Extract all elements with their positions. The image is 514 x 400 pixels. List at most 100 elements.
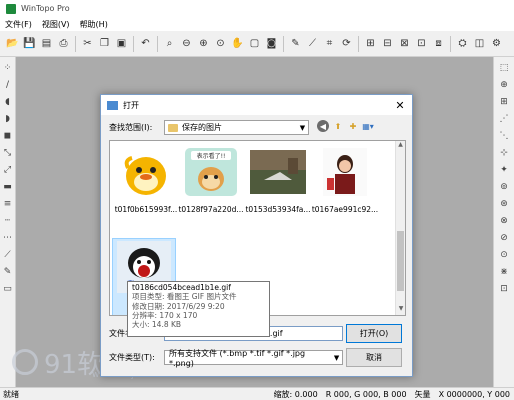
file-type-value: 所有支持文件 (*.bmp *.tif *.gif *.jpg *.png): [169, 348, 306, 368]
tool-split-icon[interactable]: ⤡: [2, 147, 14, 159]
save-icon[interactable]: 💾: [22, 36, 37, 51]
app-title: WinTopo Pro: [21, 4, 70, 13]
tool-join-icon[interactable]: ⤢: [2, 164, 14, 176]
rtool-e-icon[interactable]: ✦: [498, 164, 510, 176]
tool-pencil-icon[interactable]: ✎: [2, 266, 14, 278]
rtool-g-icon[interactable]: ⊛: [498, 198, 510, 210]
tool-dots-icon[interactable]: ⋯: [2, 232, 14, 244]
rtool-h-icon[interactable]: ⊗: [498, 215, 510, 227]
toolbar-separator: [283, 35, 284, 52]
brush-icon[interactable]: ⟋: [305, 36, 320, 51]
look-in-row: 查找范围(I): 保存的图片 ▼: [109, 120, 309, 135]
rtool-b-icon[interactable]: ⋰: [498, 113, 510, 125]
file-name: t0128f97a220d...: [178, 205, 244, 214]
undo-icon[interactable]: ↶: [138, 36, 153, 51]
vector-tool-4-icon[interactable]: ⊡: [414, 36, 429, 51]
tool-arc-icon[interactable]: ◗: [2, 113, 14, 125]
paste-icon[interactable]: ▣: [114, 36, 129, 51]
tool-diag-icon[interactable]: ⟋: [2, 249, 14, 261]
status-vector: 矢量: [414, 389, 431, 399]
vector-tool-5-icon[interactable]: ⧈: [431, 36, 446, 51]
app-icon: [6, 3, 16, 14]
rtool-c-icon[interactable]: ⋱: [498, 130, 510, 142]
back-icon[interactable]: ◀: [317, 120, 329, 132]
toolbar-separator: [450, 35, 451, 52]
zoom-fit-icon[interactable]: ⊙: [213, 36, 228, 51]
folder-icon: [168, 123, 178, 132]
list-item[interactable]: t0167ae991c92...: [312, 143, 378, 223]
file-thumbnail: [249, 143, 307, 201]
file-type-combo[interactable]: 所有支持文件 (*.bmp *.tif *.gif *.jpg *.png) ▼: [164, 348, 343, 368]
vector-tool-3-icon[interactable]: ⊠: [397, 36, 412, 51]
tooltip-filename: t0186cd054bcead1b1e.gif: [132, 283, 231, 292]
chevron-down-icon[interactable]: ▼: [297, 124, 308, 132]
zoom-icon[interactable]: ⌕: [162, 36, 177, 51]
tool-line-icon[interactable]: ∕: [2, 79, 14, 91]
rtool-select-icon[interactable]: ⬚: [498, 62, 510, 74]
frame-icon[interactable]: ▢: [247, 36, 262, 51]
open-icon[interactable]: 📂: [5, 36, 20, 51]
rotate-icon[interactable]: ⟳: [339, 36, 354, 51]
rtool-d-icon[interactable]: ⊹: [498, 147, 510, 159]
tool-hatch-icon[interactable]: ≡: [2, 198, 14, 210]
list-item[interactable]: t0153d53934fa...: [245, 143, 311, 223]
copy-icon[interactable]: ❐: [97, 36, 112, 51]
vector-tool-2-icon[interactable]: ⊟: [380, 36, 395, 51]
status-rgb: R 000, G 000, B 000: [325, 389, 407, 399]
rtool-i-icon[interactable]: ⊘: [498, 232, 510, 244]
tool-dash-icon[interactable]: ┄: [2, 215, 14, 227]
look-in-combo[interactable]: 保存的图片 ▼: [164, 120, 309, 135]
tool-box-icon[interactable]: ▭: [2, 283, 14, 295]
right-toolbox: ⬚ ⊕ ⊞ ⋰ ⋱ ⊹ ✦ ⊚ ⊛ ⊗ ⊘ ⊙ ⋇ ⊡: [493, 57, 514, 387]
rtool-f-icon[interactable]: ⊚: [498, 181, 510, 193]
rtool-k-icon[interactable]: ⋇: [498, 266, 510, 278]
tool-erase-icon[interactable]: ◼: [2, 130, 14, 142]
pan-hand-icon[interactable]: ✋: [230, 36, 245, 51]
zoom-out-icon[interactable]: ⊖: [179, 36, 194, 51]
menu-help[interactable]: 帮助(H): [75, 19, 113, 30]
file-thumbnail: 表示看了!!: [182, 143, 240, 201]
left-toolbox: ⁘ ∕ ◖ ◗ ◼ ⤡ ⤢ ▬ ≡ ┄ ⋯ ⟋ ✎ ▭: [0, 57, 16, 387]
tool-rect-icon[interactable]: ▬: [2, 181, 14, 193]
scroll-thumb[interactable]: [397, 231, 404, 291]
tool-curve-icon[interactable]: ◖: [2, 96, 14, 108]
list-item[interactable]: 表示看了!! t0128f97a220d...: [178, 143, 244, 223]
menu-file[interactable]: 文件(F): [0, 19, 37, 30]
status-ready: 就绪: [3, 389, 19, 399]
rtool-a-icon[interactable]: ⊞: [498, 96, 510, 108]
rtool-l-icon[interactable]: ⊡: [498, 283, 510, 295]
tool-node-icon[interactable]: ⁘: [2, 62, 14, 74]
up-folder-icon[interactable]: ⬆: [332, 120, 344, 132]
rtool-zoom-icon[interactable]: ⊕: [498, 79, 510, 91]
vector-tool-1-icon[interactable]: ⊞: [363, 36, 378, 51]
vertical-scrollbar[interactable]: ▲ ▼: [395, 141, 405, 315]
scan-icon[interactable]: ▤: [39, 36, 54, 51]
pen-icon[interactable]: ✎: [288, 36, 303, 51]
nav-buttons: ◀ ⬆ ✚ ▦▾: [317, 120, 377, 132]
cut-icon[interactable]: ✂: [80, 36, 95, 51]
scroll-down-icon[interactable]: ▼: [396, 305, 405, 315]
tooltip-size: 大小: 14.8 KB: [132, 320, 182, 330]
file-thumbnail: [117, 143, 175, 201]
close-icon[interactable]: ✕: [388, 99, 412, 112]
crop-icon[interactable]: ⌗: [322, 36, 337, 51]
open-button[interactable]: 打开(O): [346, 324, 402, 343]
watermark-logo-icon: [12, 349, 38, 375]
settings-icon[interactable]: ⛭: [455, 36, 470, 51]
zoom-in-icon[interactable]: ⊕: [196, 36, 211, 51]
list-item[interactable]: t01f0b615993f...: [114, 143, 178, 223]
cancel-button[interactable]: 取消: [346, 348, 402, 367]
file-type-row: 文件类型(T): 所有支持文件 (*.bmp *.tif *.gif *.jpg…: [109, 348, 343, 368]
menu-view[interactable]: 视图(V): [37, 19, 75, 30]
chevron-down-icon[interactable]: ▼: [331, 354, 342, 362]
image-icon[interactable]: ◙: [264, 36, 279, 51]
layers-icon[interactable]: ◫: [472, 36, 487, 51]
scroll-up-icon[interactable]: ▲: [396, 141, 405, 151]
new-folder-icon[interactable]: ✚: [347, 120, 359, 132]
options-icon[interactable]: ⚙: [489, 36, 504, 51]
rtool-j-icon[interactable]: ⊙: [498, 249, 510, 261]
print-icon[interactable]: ⎙: [56, 36, 71, 51]
view-menu-icon[interactable]: ▦▾: [362, 120, 374, 132]
toolbar-separator: [157, 35, 158, 52]
status-coords: X 0000000, Y 000: [438, 389, 510, 399]
